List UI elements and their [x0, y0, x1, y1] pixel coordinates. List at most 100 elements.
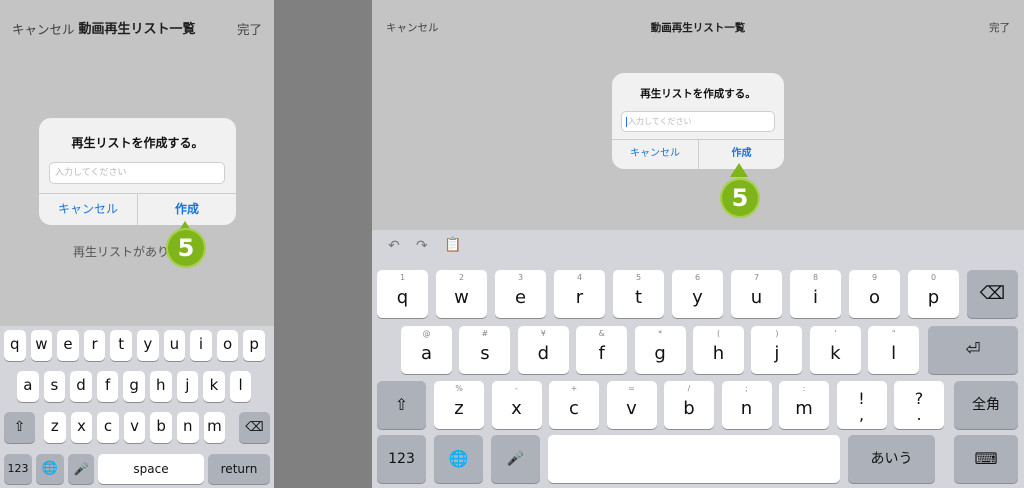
playlist-name-input[interactable]: 入力してください	[49, 162, 225, 184]
key-label: s	[480, 343, 490, 364]
redo-icon[interactable]: ↷	[416, 238, 428, 254]
key-hint: %	[455, 384, 463, 393]
key-label: w	[454, 287, 469, 308]
key-hint: #	[481, 329, 489, 338]
key-n[interactable]: n	[177, 412, 199, 443]
aiu-key[interactable]: あいう	[848, 435, 935, 483]
key-j[interactable]: ) j	[751, 326, 803, 374]
key-a[interactable]: @ a	[401, 326, 452, 374]
key-x[interactable]: -x	[491, 381, 542, 429]
done-nav-button[interactable]: 完了	[989, 0, 1010, 56]
return-key[interactable]: return	[208, 454, 270, 484]
key-u[interactable]: u	[163, 330, 186, 361]
key-exclamation[interactable]: ,!	[836, 381, 887, 429]
key-i[interactable]: 8i	[790, 270, 841, 318]
key-l[interactable]: l	[229, 371, 252, 402]
zenkaku-key[interactable]: 全角	[954, 381, 1018, 429]
key-o[interactable]: o	[216, 330, 239, 361]
dialog-title: 再生リストを作成する。	[640, 88, 756, 100]
key-a[interactable]: a	[17, 371, 39, 402]
key-b[interactable]: b	[150, 412, 172, 443]
space-key[interactable]: space	[98, 454, 204, 484]
key-u[interactable]: 7u	[731, 270, 782, 318]
numbers-key[interactable]: 123	[377, 435, 426, 483]
done-nav-button[interactable]: 完了	[237, 0, 262, 60]
key-q[interactable]: 1q	[377, 270, 428, 318]
key-r[interactable]: 4r	[554, 270, 605, 318]
key-z[interactable]: z	[44, 412, 66, 443]
key-hint: ;	[745, 384, 748, 393]
key-q[interactable]: q	[4, 330, 26, 361]
key-v[interactable]: = v	[606, 381, 657, 429]
key-y[interactable]: y	[137, 330, 159, 361]
key-v[interactable]: v	[123, 412, 146, 443]
key-j[interactable]: j	[176, 371, 199, 402]
key-label: t	[634, 287, 643, 308]
key-label: f	[598, 343, 605, 364]
key-hint: 9	[871, 273, 878, 282]
key-hint: @	[422, 329, 431, 338]
key-h[interactable]: h	[150, 371, 172, 402]
key-e[interactable]: 3e	[495, 270, 546, 318]
key-k[interactable]: k	[203, 371, 225, 402]
input-placeholder: 入力してください	[628, 117, 692, 126]
key-c[interactable]: + c	[549, 381, 599, 429]
key-w[interactable]: 2w	[436, 270, 487, 318]
backspace-key[interactable]: ⌫	[239, 412, 270, 443]
space-key[interactable]	[548, 435, 840, 483]
key-p[interactable]: p	[243, 330, 265, 361]
key-label: ?	[914, 389, 924, 408]
dialog-cancel-button[interactable]: キャンセル	[39, 193, 137, 225]
key-h[interactable]: (h	[693, 326, 744, 374]
key-f[interactable]: f	[96, 371, 119, 402]
key-d[interactable]: ¥ d	[517, 326, 569, 374]
globe-key[interactable]: 🌐	[36, 454, 64, 484]
microphone-key[interactable]: 🎤	[491, 435, 540, 483]
key-w[interactable]: w	[30, 330, 53, 361]
numbers-key[interactable]: 123	[4, 454, 32, 484]
navigation-bar: キャンセル 動画再生リスト一覧 完了	[372, 0, 1024, 56]
backspace-key[interactable]: ⌫	[967, 270, 1018, 318]
paste-icon[interactable]: 📋	[444, 237, 461, 253]
dialog-cancel-button[interactable]: キャンセル	[612, 139, 698, 169]
key-n[interactable]: ; n	[721, 381, 772, 429]
key-s[interactable]: # s	[459, 326, 511, 374]
key-label: q	[396, 287, 409, 308]
key-p[interactable]: 0p	[908, 270, 959, 318]
key-hint: 8	[812, 273, 819, 282]
key-question[interactable]: .?	[894, 381, 944, 429]
key-b[interactable]: / b	[664, 381, 714, 429]
key-k[interactable]: ' k	[809, 326, 861, 374]
key-r[interactable]: r	[83, 330, 106, 361]
key-m[interactable]: :m	[779, 381, 829, 429]
return-key[interactable]: ⏎	[928, 326, 1018, 374]
key-m[interactable]: m	[203, 412, 226, 443]
shift-key[interactable]: ⇧	[377, 381, 426, 429]
key-t[interactable]: 5t	[613, 270, 664, 318]
undo-icon[interactable]: ↶	[388, 238, 400, 254]
key-i[interactable]: i	[190, 330, 212, 361]
key-l[interactable]: " l	[868, 326, 920, 374]
key-d[interactable]: d	[70, 371, 92, 402]
key-label: !	[858, 389, 865, 408]
key-g[interactable]: * g	[634, 326, 686, 374]
shift-key[interactable]: ⇧	[4, 412, 35, 443]
key-e[interactable]: e	[57, 330, 79, 361]
key-label: l	[891, 343, 897, 364]
key-c[interactable]: c	[97, 412, 119, 443]
key-z[interactable]: % z	[434, 381, 484, 429]
key-label: p	[927, 287, 940, 308]
hide-keyboard-key[interactable]: ⌨	[954, 435, 1018, 483]
key-label: h	[712, 343, 725, 364]
key-y[interactable]: 6y	[672, 270, 723, 318]
key-f[interactable]: & f	[576, 326, 628, 374]
key-g[interactable]: g	[123, 371, 145, 402]
playlist-name-input[interactable]: 入力してください	[621, 111, 775, 132]
key-o[interactable]: 9o	[849, 270, 900, 318]
key-t[interactable]: t	[110, 330, 132, 361]
globe-key[interactable]: 🌐	[434, 435, 483, 483]
key-s[interactable]: s	[43, 371, 66, 402]
microphone-key[interactable]: 🎤	[68, 454, 94, 484]
key-x[interactable]: x	[70, 412, 93, 443]
key-hint: :	[802, 384, 806, 393]
